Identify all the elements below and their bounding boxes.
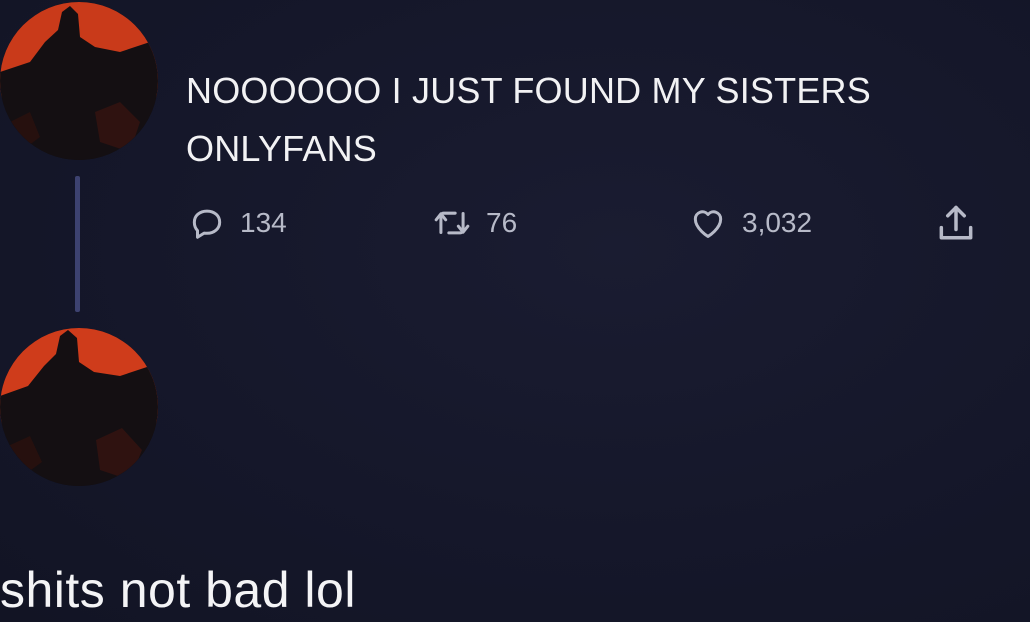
share-button[interactable] (934, 202, 978, 246)
reply-icon (188, 204, 226, 242)
heart-icon (688, 204, 728, 242)
avatar[interactable] (0, 2, 158, 160)
retweet-button[interactable]: 76 (432, 204, 517, 242)
like-count: 3,032 (742, 207, 813, 238)
avatar-image (0, 328, 158, 486)
reply-avatar[interactable] (0, 328, 158, 486)
avatar-image (0, 2, 158, 160)
retweet-count: 76 (486, 207, 518, 238)
reply-button[interactable]: 134 (188, 204, 287, 242)
reply-count: 134 (240, 207, 287, 238)
share-icon (934, 202, 978, 246)
tweet-actions: 134 76 3,032 (0, 200, 1030, 260)
retweet-icon (432, 204, 472, 242)
like-button[interactable]: 3,032 (688, 204, 812, 242)
reply-text: shits not bad lol (0, 562, 356, 618)
tweet-text-line: NOOOOOO I JUST FOUND MY SISTERS (186, 70, 871, 111)
tweet-text-line: ONLYFANS (186, 128, 377, 169)
tweet-text: NOOOOOO I JUST FOUND MY SISTERS ONLYFANS (186, 62, 1026, 178)
